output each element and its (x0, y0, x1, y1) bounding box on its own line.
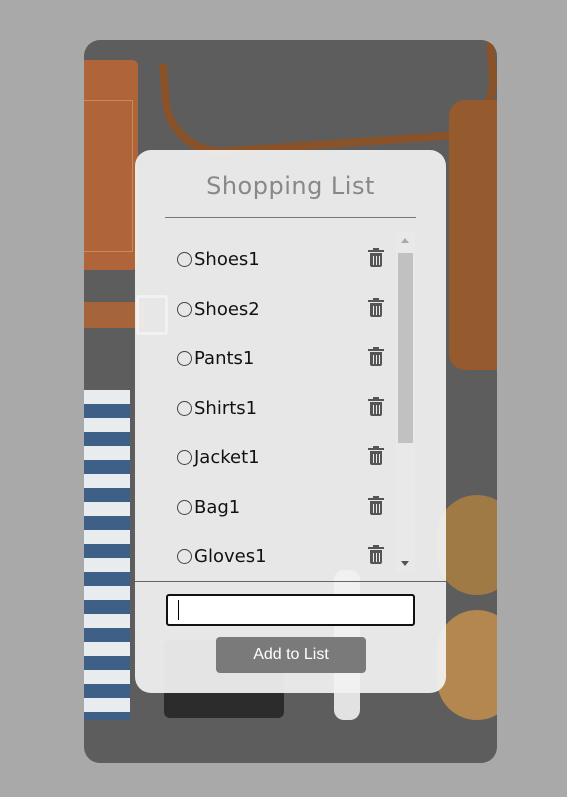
circle-outline-icon[interactable] (177, 499, 192, 515)
circle-outline-icon[interactable] (177, 301, 192, 317)
item-label: Shoes2 (194, 298, 260, 320)
wallet-stitching (84, 100, 133, 252)
circle-outline-icon[interactable] (177, 548, 192, 564)
trash-icon[interactable] (367, 347, 385, 369)
shopping-list-panel: Shopping List Shoes1 Shoes2 Pants1 Shirt… (135, 150, 446, 693)
item-list: Shoes1 Shoes2 Pants1 Shirts1 Jacket1 Bag… (165, 232, 416, 572)
new-item-input[interactable] (166, 594, 415, 626)
list-item[interactable]: Jacket1 (165, 442, 405, 472)
list-item[interactable]: Shirts1 (165, 393, 405, 423)
title-divider (165, 217, 416, 218)
add-to-list-button[interactable]: Add to List (216, 637, 366, 673)
text-caret (178, 600, 179, 620)
triangle-down-icon[interactable] (401, 561, 409, 566)
scrollbar-thumb[interactable] (398, 253, 413, 443)
list-scrollbar[interactable] (396, 232, 415, 572)
trash-icon[interactable] (367, 446, 385, 468)
circle-outline-icon[interactable] (177, 400, 192, 416)
trash-icon[interactable] (367, 248, 385, 270)
item-label: Pants1 (194, 347, 255, 369)
trash-icon[interactable] (367, 496, 385, 518)
list-item[interactable]: Shoes2 (165, 294, 405, 324)
shoe-image (437, 610, 497, 720)
list-item[interactable]: Gloves1 (165, 541, 405, 571)
shoe-image (437, 495, 497, 595)
item-label: Jacket1 (194, 446, 260, 468)
list-item[interactable]: Bag1 (165, 492, 405, 522)
bag-strap-image (159, 40, 497, 160)
item-label: Shoes1 (194, 248, 260, 270)
page-title: Shopping List (206, 172, 375, 200)
triangle-up-icon[interactable] (401, 238, 409, 243)
list-item[interactable]: Shoes1 (165, 244, 405, 274)
circle-outline-icon[interactable] (177, 251, 192, 267)
striped-scarf-image (84, 390, 130, 720)
item-label: Shirts1 (194, 397, 258, 419)
trash-icon[interactable] (367, 298, 385, 320)
item-label: Bag1 (194, 496, 241, 518)
trash-icon[interactable] (367, 397, 385, 419)
item-label: Gloves1 (194, 545, 267, 567)
list-item[interactable]: Pants1 (165, 343, 405, 373)
bag-image (449, 100, 497, 370)
circle-outline-icon[interactable] (177, 449, 192, 465)
trash-icon[interactable] (367, 545, 385, 567)
circle-outline-icon[interactable] (177, 350, 192, 366)
list-divider (135, 581, 446, 582)
